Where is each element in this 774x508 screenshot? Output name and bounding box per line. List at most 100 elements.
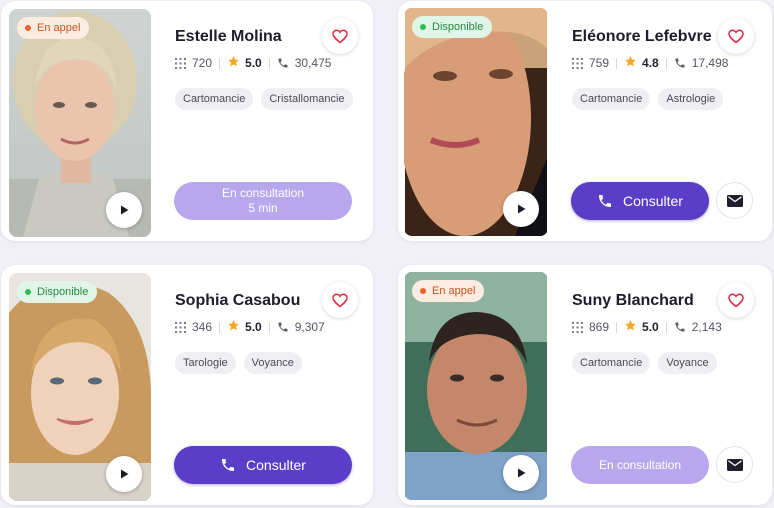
heart-icon <box>728 292 744 308</box>
status-dot <box>420 288 426 294</box>
specialty-tag: Tarologie <box>175 352 236 374</box>
profile-photo[interactable]: Disponible <box>9 273 151 501</box>
divider <box>665 321 667 333</box>
play-icon <box>121 469 129 479</box>
divider <box>616 57 618 69</box>
calls-count: 2,143 <box>691 320 722 334</box>
phone-icon <box>674 57 686 69</box>
divider <box>268 321 270 333</box>
play-icon <box>518 204 526 214</box>
star-icon <box>624 55 637 71</box>
status-label: En appel <box>37 22 81 34</box>
message-button[interactable] <box>716 182 753 219</box>
psychic-name[interactable]: Estelle Molina <box>175 28 282 46</box>
button-label: En consultation <box>221 186 305 200</box>
psychic-card[interactable]: En appel Estelle Molina 720 5.0 30,475 C… <box>1 1 373 241</box>
status-dot <box>25 289 31 295</box>
stats-row: 869 5.0 2,143 <box>572 319 722 335</box>
specialty-tags: Tarologie Voyance <box>175 352 355 374</box>
stats-row: 720 5.0 30,475 <box>175 55 331 71</box>
calls-count: 9,307 <box>294 320 325 334</box>
psychic-name[interactable]: Eléonore Lefebvre <box>572 28 712 46</box>
grid-icon <box>175 57 186 69</box>
specialty-tag: Cartomancie <box>572 352 651 374</box>
status-badge: Disponible <box>17 281 98 303</box>
button-label: En consultation <box>598 457 682 472</box>
rating-value: 4.8 <box>642 56 659 70</box>
play-video-button[interactable] <box>503 455 539 491</box>
favorite-button[interactable] <box>718 18 754 54</box>
specialty-tags: Cartomancie Cristallomancie <box>175 88 355 110</box>
favorite-button[interactable] <box>718 282 754 318</box>
specialty-tag: Cristallomancie <box>261 88 353 110</box>
status-label: Disponible <box>37 286 89 298</box>
message-button[interactable] <box>716 446 753 483</box>
heart-icon <box>728 28 744 44</box>
play-video-button[interactable] <box>106 456 142 492</box>
stats-row: 759 4.8 17,498 <box>572 55 728 71</box>
psychic-name[interactable]: Sophia Casabou <box>175 292 300 310</box>
consult-button[interactable]: Consulter <box>571 182 709 220</box>
consultations-count: 720 <box>192 56 213 70</box>
specialty-tag: Voyance <box>243 352 302 374</box>
play-icon <box>518 468 526 478</box>
status-dot <box>420 24 426 30</box>
grid-icon <box>572 321 583 333</box>
status-label: Disponible <box>432 21 484 33</box>
stats-row: 346 5.0 9,307 <box>175 319 325 335</box>
play-icon <box>121 205 129 215</box>
status-label: En appel <box>432 285 476 297</box>
status-badge: En appel <box>17 17 90 39</box>
consult-button[interactable]: Consulter <box>174 446 352 484</box>
favorite-button[interactable] <box>322 282 358 318</box>
consultations-count: 346 <box>192 320 213 334</box>
psychic-name[interactable]: Suny Blanchard <box>572 292 694 310</box>
star-icon <box>227 55 240 71</box>
divider <box>268 57 270 69</box>
grid-icon <box>572 57 583 69</box>
psychic-card[interactable]: En appel Suny Blanchard 869 5.0 2,143 Ca… <box>398 265 772 505</box>
status-badge: Disponible <box>412 16 493 38</box>
phone-icon <box>599 195 612 207</box>
status-dot <box>25 25 31 31</box>
divider <box>219 57 221 69</box>
phone-icon <box>277 57 289 69</box>
divider <box>616 321 618 333</box>
rating-value: 5.0 <box>642 320 659 334</box>
heart-icon <box>332 28 348 44</box>
status-badge: En appel <box>412 280 485 302</box>
in-consultation-button[interactable]: En consultation 5 min <box>174 182 352 220</box>
mail-icon <box>726 194 743 207</box>
phone-icon <box>222 459 235 471</box>
button-label: Consulter <box>246 457 306 473</box>
profile-photo[interactable]: En appel <box>9 9 151 237</box>
specialty-tag: Cartomancie <box>175 88 254 110</box>
specialty-tag: Cartomancie <box>572 88 651 110</box>
consultations-count: 869 <box>589 320 610 334</box>
rating-value: 5.0 <box>245 320 262 334</box>
play-video-button[interactable] <box>503 191 539 227</box>
favorite-button[interactable] <box>322 18 358 54</box>
phone-icon <box>674 321 686 333</box>
consultation-duration: 5 min <box>248 201 278 215</box>
specialty-tag: Voyance <box>658 352 717 374</box>
calls-count: 17,498 <box>691 56 729 70</box>
rating-value: 5.0 <box>245 56 262 70</box>
star-icon <box>624 319 637 335</box>
specialty-tags: Cartomancie Voyance <box>572 352 752 374</box>
psychic-card[interactable]: Disponible Eléonore Lefebvre 759 4.8 17,… <box>398 1 772 241</box>
in-consultation-button[interactable]: En consultation <box>571 446 709 484</box>
heart-icon <box>332 292 348 308</box>
phone-icon <box>277 321 289 333</box>
divider <box>665 57 667 69</box>
profile-photo[interactable]: En appel <box>404 272 548 500</box>
play-video-button[interactable] <box>106 192 142 228</box>
psychic-card[interactable]: Disponible Sophia Casabou 346 5.0 9,307 … <box>1 265 373 505</box>
star-icon <box>227 319 240 335</box>
mail-icon <box>726 458 743 471</box>
profile-photo[interactable]: Disponible <box>404 8 548 236</box>
divider <box>219 321 221 333</box>
calls-count: 30,475 <box>294 56 332 70</box>
specialty-tag: Astrologie <box>658 88 724 110</box>
specialty-tags: Cartomancie Astrologie <box>572 88 752 110</box>
